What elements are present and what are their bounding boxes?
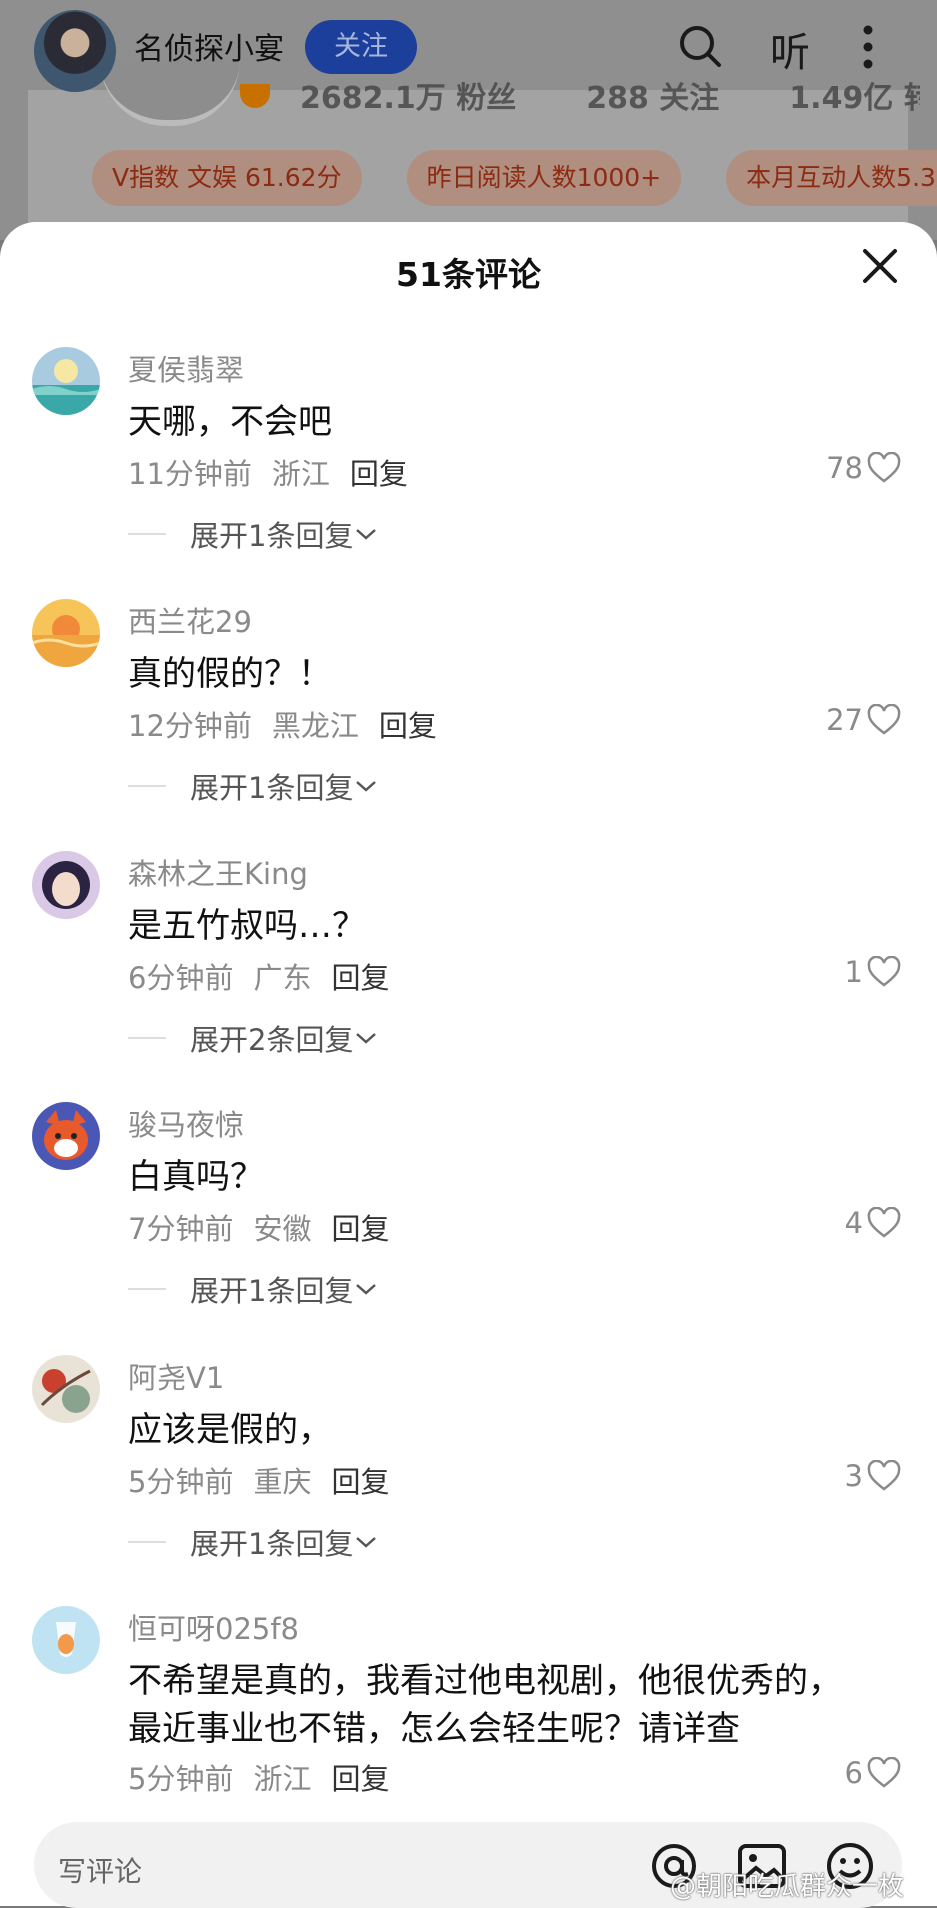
comment-meta: 12分钟前 黑龙江 回复 [128, 703, 437, 745]
like-count: 78 [826, 451, 863, 485]
like-count: 6 [844, 1756, 863, 1790]
like-count: 27 [826, 703, 863, 737]
comment-location: 广东 [253, 961, 312, 995]
comment-time: 7分钟前 [128, 1212, 234, 1246]
expand-replies-label: 展开1条回复 [190, 1527, 354, 1561]
listen-button[interactable]: 听 [770, 20, 810, 78]
heart-icon [867, 1757, 901, 1788]
divider-line [128, 1288, 166, 1290]
chevron-down-icon [356, 529, 377, 540]
comment-location: 浙江 [253, 1762, 312, 1796]
like-count: 3 [844, 1459, 863, 1493]
heart-icon [867, 1207, 901, 1238]
avatar[interactable] [32, 1102, 100, 1170]
like-count: 4 [844, 1206, 863, 1240]
tag-interactions[interactable]: 本月互动人数5.3万 [726, 150, 937, 206]
tag-v-index[interactable]: V指数 文娱 61.62分 [92, 150, 362, 206]
like-button[interactable]: 1 [845, 955, 901, 989]
comment-meta: 5分钟前 浙江 回复 [128, 1756, 389, 1798]
comment-location: 安徽 [253, 1212, 312, 1246]
comment-time: 11分钟前 [128, 457, 252, 491]
reply-button[interactable]: 回复 [331, 955, 389, 997]
avatar[interactable] [32, 599, 100, 667]
chevron-down-icon [356, 1284, 377, 1295]
search-icon[interactable] [676, 22, 724, 70]
heart-icon [867, 1460, 901, 1491]
comment-text: 白真吗？ [128, 1157, 264, 1197]
comment-username[interactable]: 森林之王King [128, 851, 308, 893]
comment-location: 黑龙江 [271, 709, 359, 743]
watermark: @朝阳吃瓜群众一枚 [670, 1872, 905, 1902]
comment-time: 5分钟前 [128, 1762, 234, 1796]
comment-location: 重庆 [253, 1465, 312, 1499]
follow-button[interactable]: 关注 [305, 20, 417, 74]
divider-line [128, 533, 166, 535]
like-button[interactable]: 27 [826, 703, 901, 737]
sheet-title: 51条评论 [396, 255, 541, 294]
reply-button[interactable]: 回复 [331, 1756, 389, 1798]
like-button[interactable]: 6 [845, 1756, 901, 1790]
profile-name: 名侦探小宴 [134, 32, 284, 67]
like-count: 1 [844, 955, 863, 989]
expand-replies[interactable]: 展开1条回复 [128, 765, 379, 807]
comment-username[interactable]: 西兰花29 [128, 599, 252, 641]
comment-text: 应该是假的， [128, 1410, 332, 1450]
divider-line [128, 1037, 166, 1039]
comments-sheet: 51条评论 夏侯翡翠 天哪，不会吧 11分钟前 浙江 回复 78 展开1条回复 [0, 222, 937, 1906]
profile-tags: V指数 文娱 61.62分 昨日阅读人数1000+ 本月互动人数5.3万 [92, 150, 937, 206]
heart-icon [867, 452, 901, 483]
like-button[interactable]: 4 [845, 1206, 901, 1240]
comment-meta: 7分钟前 安徽 回复 [128, 1206, 389, 1248]
reply-button[interactable]: 回复 [331, 1206, 389, 1248]
expand-replies-label: 展开1条回复 [190, 771, 354, 805]
avatar[interactable] [32, 1355, 100, 1423]
comment-text: 真的假的？！ [128, 654, 332, 694]
expand-replies-label: 展开1条回复 [190, 1274, 354, 1308]
comment-time: 6分钟前 [128, 961, 234, 995]
reply-button[interactable]: 回复 [379, 703, 437, 745]
more-icon[interactable] [862, 24, 874, 70]
tag-readers[interactable]: 昨日阅读人数1000+ [406, 150, 682, 206]
chevron-down-icon [356, 781, 377, 792]
avatar[interactable] [32, 347, 100, 415]
comment-meta: 5分钟前 重庆 回复 [128, 1459, 389, 1501]
chevron-down-icon [356, 1033, 377, 1044]
reply-button[interactable]: 回复 [350, 451, 408, 493]
comment-text: 是五竹叔吗…？ [128, 906, 366, 946]
comment-username[interactable]: 骏马夜惊 [128, 1102, 244, 1144]
divider-line [128, 785, 166, 787]
divider-line [128, 1541, 166, 1543]
expand-replies[interactable]: 展开2条回复 [128, 1017, 379, 1059]
comment-meta: 6分钟前 广东 回复 [128, 955, 389, 997]
expand-replies[interactable]: 展开1条回复 [128, 1521, 379, 1563]
like-button[interactable]: 78 [826, 451, 901, 485]
expand-replies[interactable]: 展开1条回复 [128, 513, 379, 555]
expand-replies[interactable]: 展开1条回复 [128, 1268, 379, 1310]
comment-time: 5分钟前 [128, 1465, 234, 1499]
expand-replies-label: 展开2条回复 [190, 1023, 354, 1057]
comment-text: 天哪，不会吧 [128, 402, 332, 442]
chevron-down-icon [356, 1537, 377, 1548]
avatar[interactable] [32, 1606, 100, 1674]
comment-time: 12分钟前 [128, 709, 252, 743]
comment-username[interactable]: 夏侯翡翠 [128, 347, 244, 389]
close-icon[interactable] [860, 246, 900, 286]
comment-meta: 11分钟前 浙江 回复 [128, 451, 408, 493]
expand-replies-label: 展开1条回复 [190, 519, 354, 553]
avatar[interactable] [32, 851, 100, 919]
comment-text-line-2: 最近事业也不错，怎么会轻生呢？请详查 [128, 1709, 740, 1749]
comment-username[interactable]: 恒可呀025f8 [128, 1606, 299, 1648]
comment-input-placeholder: 写评论 [58, 1855, 143, 1888]
reply-button[interactable]: 回复 [331, 1459, 389, 1501]
heart-icon [867, 956, 901, 987]
like-button[interactable]: 3 [845, 1459, 901, 1493]
comment-text-line-1: 不希望是真的，我看过他电视剧，他很优秀的， [128, 1661, 842, 1701]
avatar[interactable] [34, 10, 116, 92]
comment-username[interactable]: 阿尧V1 [128, 1355, 224, 1397]
heart-icon [867, 704, 901, 735]
comment-location: 浙江 [271, 457, 330, 491]
top-bar: 名侦探小宴 关注 听 [0, 0, 937, 100]
